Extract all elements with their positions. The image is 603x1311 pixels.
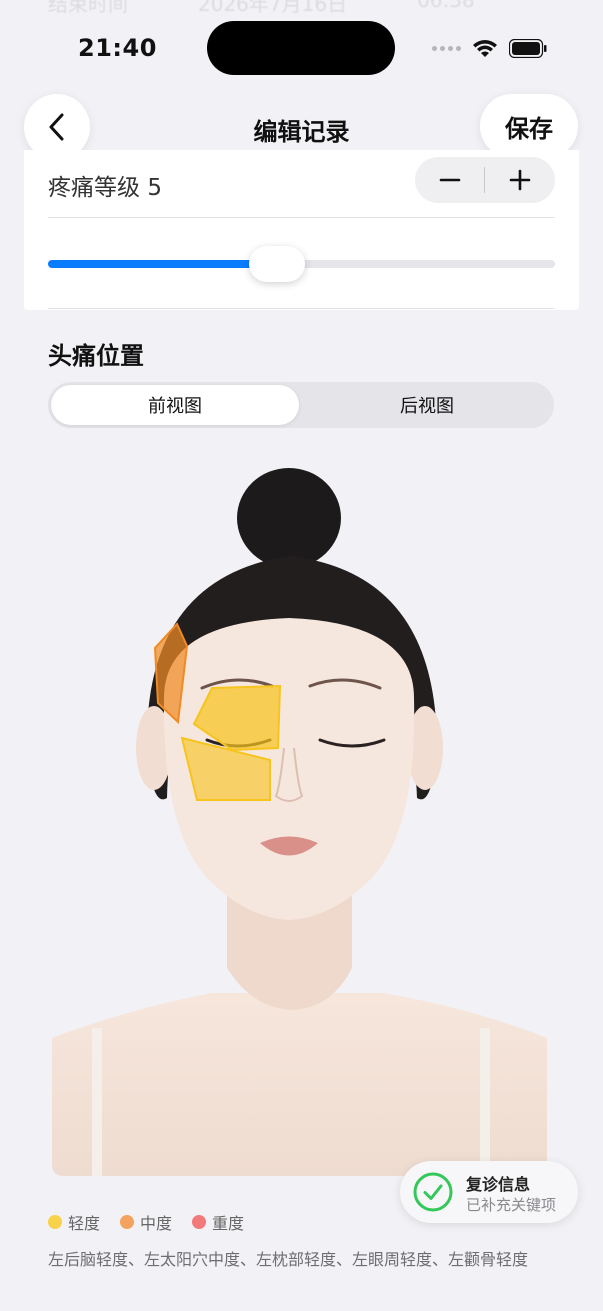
legend-dot — [48, 1215, 62, 1229]
check-circle-icon — [413, 1172, 453, 1212]
followup-title: 复诊信息 — [466, 1175, 531, 1194]
pain-level-stepper — [415, 157, 555, 203]
tab-back-view[interactable]: 后视图 — [303, 385, 551, 425]
tab-front-view[interactable]: 前视图 — [51, 385, 299, 425]
status-bar: 21:40 — [0, 0, 603, 96]
plus-icon — [509, 169, 531, 191]
divider — [48, 308, 555, 309]
battery-icon — [509, 39, 547, 58]
wifi-icon — [473, 40, 497, 57]
increment-button[interactable] — [485, 157, 555, 203]
legend-label: 重度 — [212, 1214, 245, 1233]
headache-location-title: 头痛位置 — [48, 342, 144, 370]
pain-level-value: 5 — [147, 175, 162, 201]
save-button[interactable]: 保存 — [480, 94, 578, 158]
divider — [48, 217, 555, 218]
slider-thumb[interactable] — [249, 246, 305, 282]
cellular-signal-icon — [432, 46, 461, 51]
legend-item: 重度 — [192, 1210, 244, 1234]
legend-label: 轻度 — [68, 1214, 101, 1233]
shoulders — [52, 993, 547, 1176]
pain-level-label: 疼痛等级 5 — [48, 168, 162, 202]
view-segmented-control: 前视图 后视图 — [48, 382, 554, 428]
head-front-illustration — [52, 448, 547, 1178]
hair-bun — [237, 468, 341, 568]
legend-label: 中度 — [140, 1214, 173, 1233]
followup-subtitle: 已补充关键项 — [466, 1196, 557, 1214]
pain-level-card: 疼痛等级 5 — [24, 150, 579, 310]
pain-level-text: 疼痛等级 — [48, 175, 140, 201]
strap-left — [92, 1028, 102, 1176]
legend-item: 中度 — [120, 1210, 172, 1234]
legend-dot — [120, 1215, 135, 1229]
dynamic-island — [207, 21, 395, 75]
decrement-button[interactable] — [415, 157, 485, 203]
location-summary: 左后脑轻度、左太阳穴中度、左枕部轻度、左眼周轻度、左颧骨轻度 — [48, 1250, 529, 1269]
legend-item: 轻度 — [48, 1210, 100, 1234]
followup-info-chip[interactable]: 复诊信息 已补充关键项 — [400, 1161, 578, 1223]
status-time: 21:40 — [78, 34, 157, 62]
minus-icon — [439, 178, 461, 182]
strap-right — [480, 1028, 490, 1176]
legend-dot — [192, 1215, 207, 1229]
severity-legend: 轻度 中度 重度 — [48, 1210, 244, 1234]
